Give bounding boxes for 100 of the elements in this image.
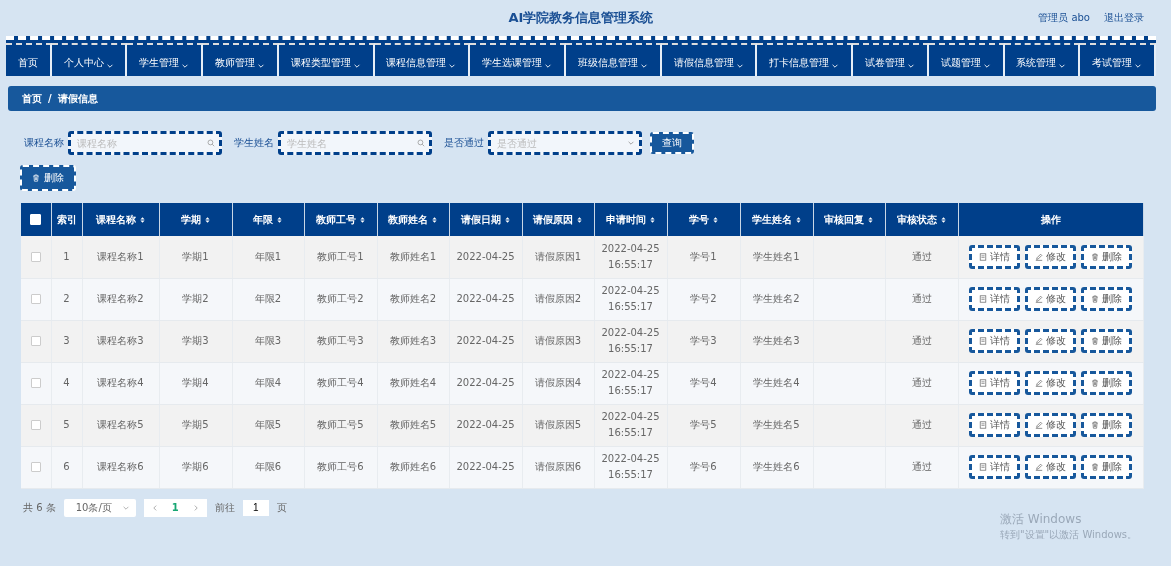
- row-checkbox[interactable]: [30, 462, 41, 472]
- sort-icon: [203, 215, 211, 224]
- chevron-icon: [105, 62, 114, 70]
- table-cell: 教师工号1: [317, 250, 364, 262]
- table-cell: 2022-04-25 16:55:17: [601, 327, 660, 354]
- document-icon: [979, 252, 987, 261]
- nav-item[interactable]: 首页: [6, 43, 52, 76]
- nav-item[interactable]: 打卡信息管理: [757, 43, 854, 76]
- table-cell: 4: [63, 377, 70, 388]
- document-icon: [979, 295, 987, 303]
- nav-item[interactable]: 教师管理: [203, 43, 279, 76]
- delete-button[interactable]: 删除: [1081, 455, 1132, 479]
- nav-item[interactable]: 学生选课管理: [470, 43, 567, 76]
- nav-item[interactable]: 班级信息管理: [566, 43, 662, 76]
- page-suffix: 页: [276, 500, 287, 515]
- nav-item[interactable]: 系统管理: [1004, 43, 1081, 76]
- nav-item[interactable]: 个人中心: [51, 43, 128, 76]
- row-checkbox[interactable]: [30, 378, 41, 388]
- table-cell: 通过: [911, 461, 932, 472]
- table-cell: 通过: [911, 335, 932, 346]
- column-label: 索引: [56, 213, 77, 225]
- delete-button[interactable]: 删除: [1081, 244, 1132, 269]
- row-checkbox[interactable]: [30, 420, 41, 430]
- table-cell: 学期4: [182, 377, 209, 388]
- detail-button[interactable]: 详情: [969, 329, 1020, 353]
- nav-item[interactable]: 考试管理: [1080, 43, 1157, 76]
- table-cell: 年限3: [254, 335, 282, 346]
- filter-label: 学生姓名: [234, 136, 274, 150]
- goto-label: 前往: [214, 500, 235, 515]
- sort-icon: [276, 215, 283, 224]
- delete-button[interactable]: 删除: [1081, 287, 1132, 311]
- detail-button[interactable]: 详情: [969, 287, 1020, 311]
- chevron-icon: [448, 62, 457, 70]
- chevron-icon: [907, 62, 916, 70]
- table-cell: 2: [63, 293, 70, 304]
- row-checkbox[interactable]: [30, 251, 41, 262]
- table-cell: 通过: [911, 377, 932, 388]
- delete-button[interactable]: 删除: [1081, 413, 1132, 437]
- nav-item[interactable]: 课程信息管理: [374, 43, 471, 76]
- edit-button[interactable]: 修改: [1025, 455, 1076, 479]
- table-cell: 请假原因1: [534, 250, 582, 262]
- table-cell: 年限1: [254, 250, 282, 262]
- edit-button[interactable]: 修改: [1025, 371, 1076, 395]
- detail-button[interactable]: 详情: [969, 455, 1020, 479]
- delete-button[interactable]: 删除: [20, 165, 76, 191]
- edit-button[interactable]: 修改: [1025, 244, 1076, 269]
- column-label: 学期: [180, 213, 201, 225]
- page-input[interactable]: 1: [242, 499, 269, 516]
- table-cell: 学生姓名2: [753, 293, 800, 304]
- nav-item[interactable]: 课程类型管理: [278, 43, 375, 76]
- table-cell: 6: [63, 461, 70, 472]
- table-cell: 1: [63, 250, 70, 262]
- trash-icon: [1091, 421, 1099, 429]
- sort-icon: [138, 215, 146, 224]
- row-checkbox[interactable]: [30, 336, 41, 346]
- table-cell: 课程名称1: [97, 250, 144, 262]
- table-cell: 请假原因3: [534, 335, 582, 346]
- select-all-checkbox[interactable]: [30, 214, 42, 226]
- table-cell: 学期3: [182, 335, 209, 346]
- column-label: 请假原因: [533, 213, 573, 225]
- sort-icon: [648, 215, 656, 224]
- table-cell: 2022-04-25 16:55:17: [601, 285, 660, 312]
- table-cell: 年限5: [254, 419, 282, 430]
- query-button[interactable]: 查询: [650, 132, 694, 154]
- user-label: 管理员 abo: [1038, 11, 1090, 25]
- row-checkbox[interactable]: [30, 294, 41, 304]
- table-cell: 年限6: [254, 461, 282, 472]
- table-cell: 2022-04-25 16:55:17: [601, 411, 660, 438]
- delete-button[interactable]: 删除: [1081, 371, 1132, 395]
- column-label: 学号: [688, 213, 709, 225]
- nav-item[interactable]: 请假信息管理: [661, 43, 758, 76]
- detail-button[interactable]: 详情: [969, 371, 1020, 395]
- edit-button[interactable]: 修改: [1025, 413, 1076, 437]
- logout-link[interactable]: 退出登录: [1104, 11, 1144, 25]
- sort-icon: [711, 215, 719, 224]
- nav-item[interactable]: 学生管理: [127, 43, 204, 76]
- delete-button[interactable]: 删除: [1081, 329, 1132, 353]
- table-cell: 学号5: [690, 419, 717, 430]
- search-field[interactable]: 课程名称: [68, 131, 222, 155]
- column-label: 教师工号: [315, 213, 356, 225]
- edit-button[interactable]: 修改: [1025, 329, 1076, 353]
- table-cell: 3: [63, 335, 70, 346]
- detail-button[interactable]: 详情: [969, 413, 1020, 437]
- search-icon: [417, 139, 425, 147]
- table-cell: 通过: [911, 250, 932, 262]
- page-size-select[interactable]: 10条/页: [63, 498, 136, 517]
- table-cell: 2022-04-25: [456, 419, 515, 430]
- detail-button[interactable]: 详情: [969, 244, 1020, 269]
- pencil-icon: [1035, 463, 1043, 471]
- table-cell: 教师工号2: [317, 293, 364, 304]
- nav-item[interactable]: 试卷管理: [853, 43, 929, 76]
- chevron-icon: [1134, 62, 1143, 70]
- table-cell: 学期6: [182, 461, 209, 472]
- breadcrumb-item[interactable]: 首页: [22, 91, 42, 106]
- edit-button[interactable]: 修改: [1025, 287, 1076, 311]
- table-cell: 学号1: [690, 250, 717, 262]
- table-cell: 课程名称6: [97, 461, 144, 472]
- nav-item[interactable]: 试题管理: [928, 43, 1005, 76]
- table-cell: 教师姓名3: [389, 335, 437, 346]
- table-cell: 5: [63, 419, 70, 430]
